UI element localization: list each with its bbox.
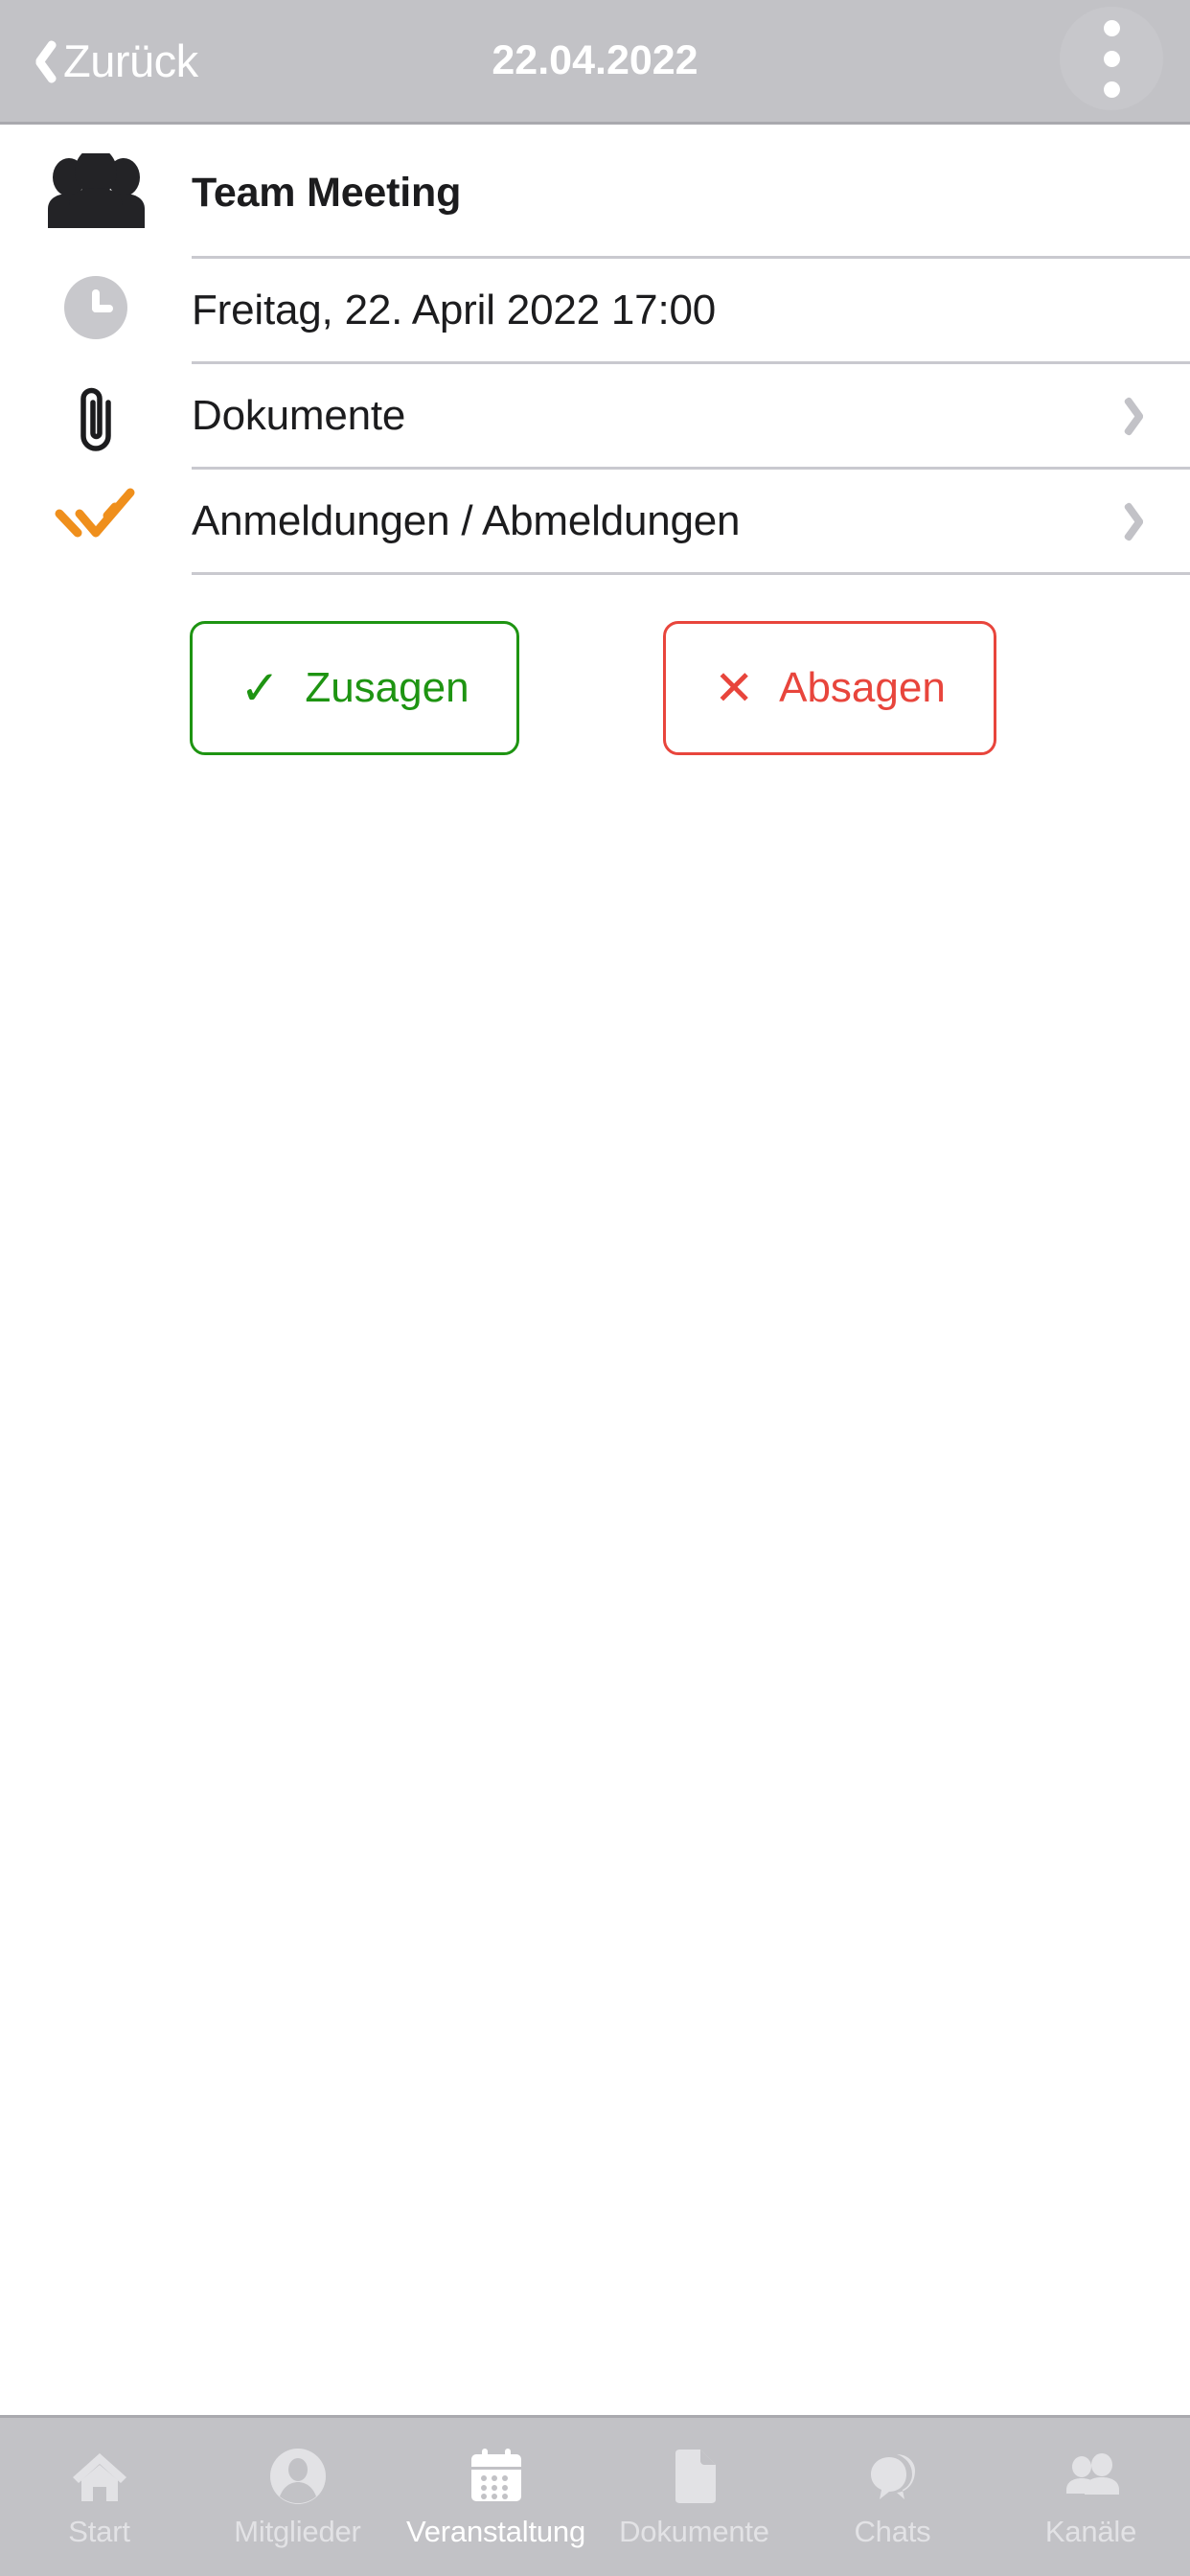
event-datetime-body: Freitag, 22. April 2022 17:00 [192, 259, 1190, 364]
decline-button[interactable]: ✕ Absagen [663, 621, 996, 755]
cross-icon: ✕ [714, 661, 755, 715]
tab-dokumente[interactable]: Dokumente [595, 2418, 793, 2576]
tab-label: Veranstaltung [406, 2514, 585, 2548]
accept-button[interactable]: ✓ Zusagen [190, 621, 519, 755]
document-icon [664, 2446, 725, 2507]
tab-chats[interactable]: Chats [793, 2418, 992, 2576]
calendar-icon [466, 2446, 527, 2507]
tab-label: Mitglieder [234, 2514, 361, 2548]
back-button-label: Zurück [63, 35, 198, 86]
accept-button-label: Zusagen [305, 664, 469, 711]
group-people-icon [0, 125, 192, 228]
chevron-right-icon [1129, 499, 1154, 543]
chevron-right-icon [1129, 394, 1154, 438]
people-icon [1061, 2446, 1122, 2507]
double-check-icon [0, 470, 192, 544]
tab-mitglieder[interactable]: Mitglieder [198, 2418, 397, 2576]
home-icon [69, 2446, 130, 2507]
overflow-menu-icon-dot [1103, 50, 1120, 67]
event-title-body: Team Meeting [192, 125, 1190, 259]
top-navigation-bar: Zurück 22.04.2022 [0, 0, 1190, 125]
registrations-body[interactable]: Anmeldungen / Abmeldungen [192, 470, 1190, 575]
documents-row[interactable]: Dokumente [0, 364, 1190, 470]
tab-start[interactable]: Start [0, 2418, 198, 2576]
documents-label: Dokumente [192, 391, 406, 439]
check-icon: ✓ [240, 661, 281, 715]
event-datetime: Freitag, 22. April 2022 17:00 [192, 286, 717, 334]
tab-label: Chats [854, 2514, 931, 2548]
overflow-menu-button[interactable] [1060, 7, 1163, 110]
tab-label: Kanäle [1044, 2514, 1137, 2548]
tab-kanaele[interactable]: Kanäle [992, 2418, 1190, 2576]
registrations-row[interactable]: Anmeldungen / Abmeldungen [0, 470, 1190, 575]
chat-bubbles-icon [862, 2446, 924, 2507]
tab-veranstaltung[interactable]: Veranstaltung [397, 2418, 595, 2576]
bottom-tab-bar: Start Mitglieder Veranstaltung Dokumente… [0, 2415, 1190, 2576]
decline-button-label: Absagen [779, 664, 946, 711]
registrations-label: Anmeldungen / Abmeldungen [192, 496, 741, 544]
chevron-left-icon [21, 36, 54, 86]
overflow-menu-icon-dot [1103, 80, 1120, 98]
event-detail-content: Team Meeting Freitag, 22. April 2022 17:… [0, 125, 1190, 2415]
rsvp-actions: ✓ Zusagen ✕ Absagen [0, 575, 1190, 755]
event-title-row: Team Meeting [0, 125, 1190, 259]
tab-label: Start [68, 2514, 130, 2548]
app-screen: Zurück 22.04.2022 Team Meeting Freitag, … [0, 0, 1190, 2576]
person-circle-icon [267, 2446, 329, 2507]
event-title: Team Meeting [192, 170, 462, 216]
back-button[interactable]: Zurück [21, 36, 198, 86]
paperclip-icon [0, 364, 192, 454]
clock-icon [0, 259, 192, 339]
overflow-menu-icon-dot [1103, 19, 1120, 36]
documents-body[interactable]: Dokumente [192, 364, 1190, 470]
event-datetime-row: Freitag, 22. April 2022 17:00 [0, 259, 1190, 364]
tab-label: Dokumente [619, 2514, 769, 2548]
